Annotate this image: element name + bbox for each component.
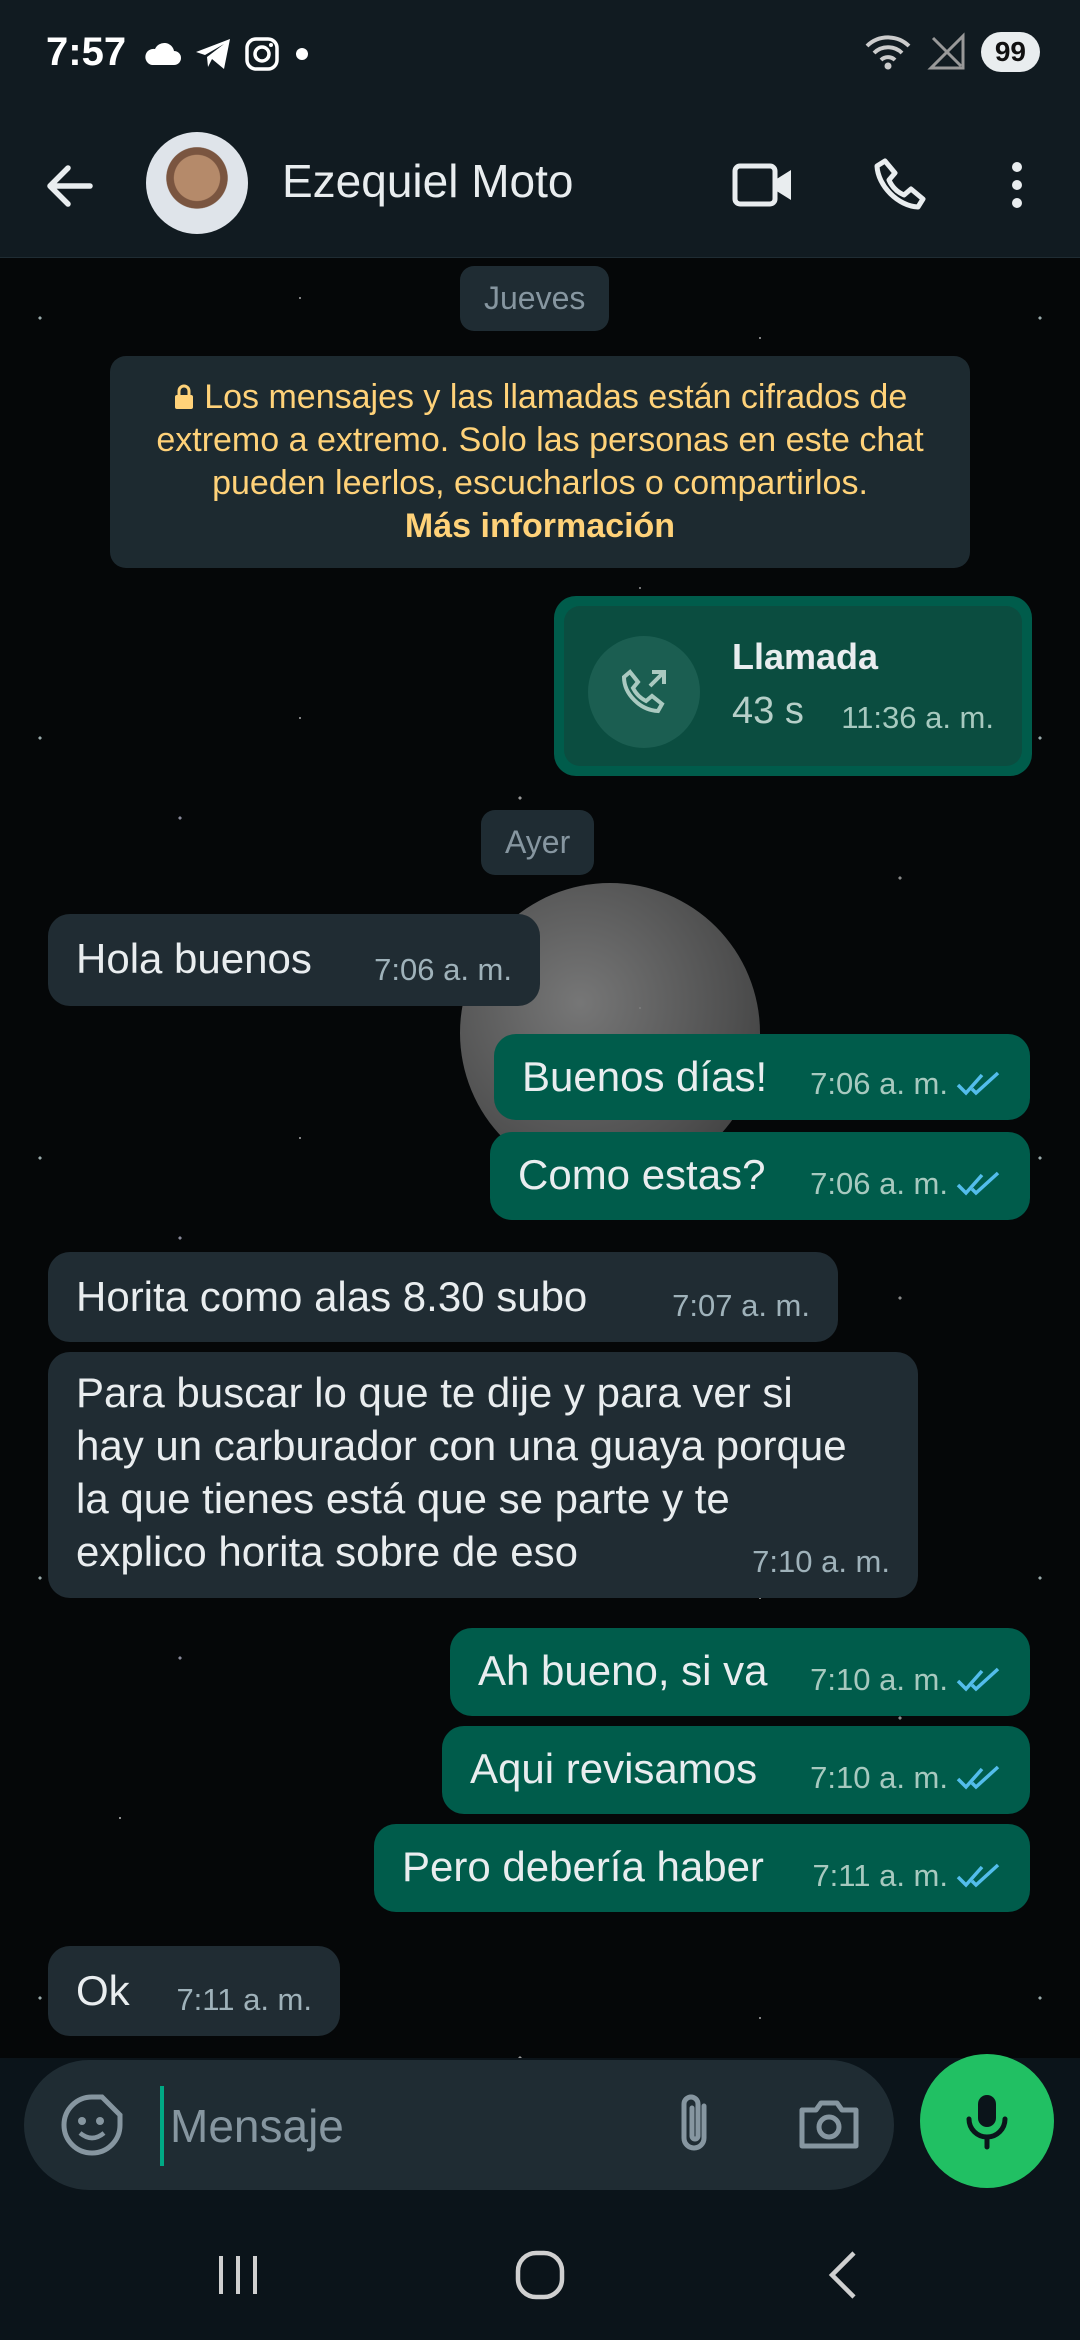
- message-incoming[interactable]: Ok 7:11 a. m.: [48, 1946, 340, 2036]
- message-outgoing[interactable]: Aqui revisamos 7:10 a. m.: [442, 1726, 1030, 1814]
- message-time: 7:10 a. m.: [810, 1760, 948, 1795]
- message-time: 7:11 a. m.: [176, 1982, 312, 2017]
- message-outgoing[interactable]: Ah bueno, si va 7:10 a. m.: [450, 1628, 1030, 1716]
- date-separator-jueves: Jueves: [460, 266, 610, 331]
- message-text: Para buscar lo que te dije y para ver si…: [76, 1369, 847, 1575]
- message-time: 7:07 a. m.: [672, 1288, 810, 1323]
- call-duration: 43 s: [732, 690, 804, 732]
- message-input[interactable]: [160, 2086, 660, 2166]
- message-text: Ok: [76, 1967, 130, 2014]
- call-time: 11:36 a. m.: [841, 700, 994, 735]
- message-incoming[interactable]: Hola buenos 7:06 a. m.: [48, 914, 540, 1006]
- message-time: 7:11 a. m.: [812, 1858, 948, 1893]
- battery-indicator: 99: [980, 32, 1040, 72]
- contact-name[interactable]: Ezequiel Moto: [282, 154, 574, 208]
- sticker-emoji-icon[interactable]: [60, 2093, 124, 2157]
- status-bar: 7:57 99: [0, 0, 1080, 112]
- message-text: Hola buenos: [76, 935, 312, 982]
- message-outgoing[interactable]: Pero debería haber 7:11 a. m.: [374, 1824, 1030, 1912]
- voice-call-button[interactable]: [864, 150, 934, 220]
- back-button[interactable]: [802, 2240, 882, 2310]
- dot-icon: [296, 48, 308, 60]
- message-text: Horita como alas 8.30 subo: [76, 1273, 588, 1320]
- avatar[interactable]: [146, 132, 248, 234]
- voice-message-button[interactable]: [920, 2054, 1054, 2188]
- more-options-button[interactable]: [982, 150, 1052, 220]
- message-text: Como estas?: [518, 1151, 766, 1198]
- home-icon: [515, 2250, 565, 2300]
- phone-icon: [874, 158, 926, 210]
- read-ticks-icon: [956, 1863, 1000, 1888]
- outgoing-call-icon: [621, 669, 666, 714]
- attach-icon[interactable]: [664, 2092, 728, 2156]
- message-time: 7:06 a. m.: [810, 1066, 948, 1101]
- chat-header: Ezequiel Moto: [0, 112, 1080, 258]
- date-separator-ayer: Ayer: [481, 810, 595, 875]
- recent-apps-icon: [219, 2256, 257, 2294]
- camera-icon[interactable]: [796, 2092, 862, 2158]
- system-navigation-bar: [0, 2200, 1080, 2340]
- call-message[interactable]: Llamada 43 s 11:36 a. m.: [554, 596, 1032, 776]
- message-incoming[interactable]: Horita como alas 8.30 subo 7:07 a. m.: [48, 1252, 838, 1342]
- status-time: 7:57: [46, 30, 127, 74]
- lock-icon: [174, 384, 193, 409]
- more-info-link[interactable]: Más información: [140, 505, 940, 548]
- message-incoming[interactable]: Para buscar lo que te dije y para ver si…: [48, 1352, 918, 1598]
- read-ticks-icon: [956, 1765, 1000, 1790]
- message-time: 7:10 a. m.: [810, 1662, 948, 1697]
- message-time: 7:06 a. m.: [374, 952, 512, 987]
- no-signal-icon: [927, 32, 965, 70]
- cloud-icon: [145, 42, 181, 65]
- chat-area[interactable]: Jueves Los mensajes y las llamadas están…: [0, 258, 1080, 2058]
- video-call-button[interactable]: [728, 150, 798, 220]
- more-vert-icon: [1012, 162, 1022, 208]
- read-ticks-icon: [956, 1667, 1000, 1692]
- nav-back-icon: [828, 2251, 856, 2299]
- encryption-notice-text: Los mensajes y las llamadas están cifrad…: [156, 378, 924, 502]
- message-composer: [24, 2060, 894, 2190]
- recent-apps-button[interactable]: [198, 2240, 278, 2310]
- video-call-icon: [732, 163, 791, 207]
- call-title: Llamada: [732, 636, 879, 677]
- wifi-icon: [865, 35, 911, 70]
- message-text: Aqui revisamos: [470, 1745, 758, 1792]
- read-ticks-icon: [956, 1071, 1000, 1096]
- message-text: Buenos días!: [522, 1053, 768, 1100]
- back-arrow-icon[interactable]: [40, 156, 100, 216]
- message-time: 7:10 a. m.: [752, 1544, 890, 1579]
- telegram-icon: [196, 39, 230, 69]
- message-outgoing[interactable]: Como estas? 7:06 a. m.: [490, 1132, 1030, 1220]
- message-text: Pero debería haber: [402, 1843, 764, 1890]
- home-button[interactable]: [500, 2240, 580, 2310]
- message-text: Ah bueno, si va: [478, 1647, 768, 1694]
- encryption-notice[interactable]: Los mensajes y las llamadas están cifrad…: [110, 356, 970, 568]
- message-time: 7:06 a. m.: [810, 1166, 948, 1201]
- read-ticks-icon: [956, 1171, 1000, 1196]
- microphone-icon: [966, 2095, 1008, 2150]
- instagram-icon: [245, 37, 279, 71]
- message-outgoing[interactable]: Buenos días! 7:06 a. m.: [494, 1034, 1030, 1120]
